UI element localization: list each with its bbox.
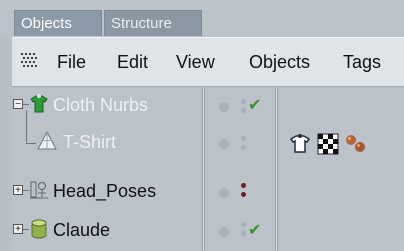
- visibility-dot-render[interactable]: [241, 192, 246, 197]
- object-manager-window: Objects Structure File Edit View Objects…: [0, 0, 404, 251]
- object-name[interactable]: T-Shirt: [63, 131, 116, 153]
- tree-row-claude[interactable]: + Claude: [12, 213, 202, 245]
- expand-toggle[interactable]: +: [13, 185, 23, 196]
- cloth-tag-icon[interactable]: [288, 132, 312, 156]
- menu-objects[interactable]: Objects: [249, 51, 310, 73]
- menu-edit[interactable]: Edit: [117, 51, 148, 73]
- cylinder-object-icon: [31, 219, 47, 239]
- object-tree-panel: − Cloth Nurbs T-Shirt + Head_Poses + Cla…: [12, 88, 404, 251]
- tree-row-t-shirt[interactable]: T-Shirt: [12, 125, 202, 157]
- menu-bar: File Edit View Objects Tags: [12, 37, 404, 87]
- object-name[interactable]: Claude: [53, 219, 110, 241]
- expand-toggle[interactable]: +: [13, 224, 23, 235]
- visibility-dot-editor[interactable]: [241, 99, 246, 104]
- object-name[interactable]: Cloth Nurbs: [53, 94, 148, 116]
- enabled-check-icon[interactable]: ✔: [248, 98, 261, 114]
- checker-texture-tag-icon[interactable]: [316, 132, 340, 156]
- menu-view[interactable]: View: [176, 51, 215, 73]
- status-dot[interactable]: [219, 139, 229, 149]
- grid-icon[interactable]: [20, 51, 40, 71]
- enabled-check-icon[interactable]: ✔: [248, 223, 261, 239]
- visibility-dot-editor[interactable]: [241, 183, 246, 188]
- tree-row-cloth-nurbs[interactable]: − Cloth Nurbs: [12, 88, 202, 120]
- polygon-object-icon: [37, 130, 57, 150]
- visibility-dot-render[interactable]: [241, 145, 246, 150]
- tab-objects[interactable]: Objects: [14, 10, 102, 36]
- tree-row-head-poses[interactable]: + Head_Poses: [12, 174, 202, 206]
- collapse-toggle[interactable]: −: [13, 99, 23, 110]
- tab-bar: Objects Structure: [0, 0, 404, 38]
- visibility-dot-render[interactable]: [241, 108, 246, 113]
- status-dot[interactable]: [219, 188, 229, 198]
- visibility-dot-editor[interactable]: [241, 136, 246, 141]
- null-object-icon: [30, 181, 48, 199]
- visibility-dot-editor[interactable]: [241, 222, 246, 227]
- menu-tags[interactable]: Tags: [343, 51, 381, 73]
- status-dot[interactable]: [219, 227, 229, 237]
- status-column: ✔ ✔: [205, 88, 275, 251]
- visibility-dot-render[interactable]: [241, 231, 246, 236]
- status-dot[interactable]: [219, 102, 229, 112]
- object-name[interactable]: Head_Poses: [53, 180, 156, 202]
- menu-file[interactable]: File: [57, 51, 86, 73]
- tab-structure[interactable]: Structure: [104, 10, 202, 36]
- material-tag-icon[interactable]: [344, 132, 368, 156]
- object-name-column: − Cloth Nurbs T-Shirt + Head_Poses + Cla…: [12, 88, 202, 251]
- cloth-nurbs-icon: [30, 94, 48, 113]
- tags-column: [278, 88, 404, 251]
